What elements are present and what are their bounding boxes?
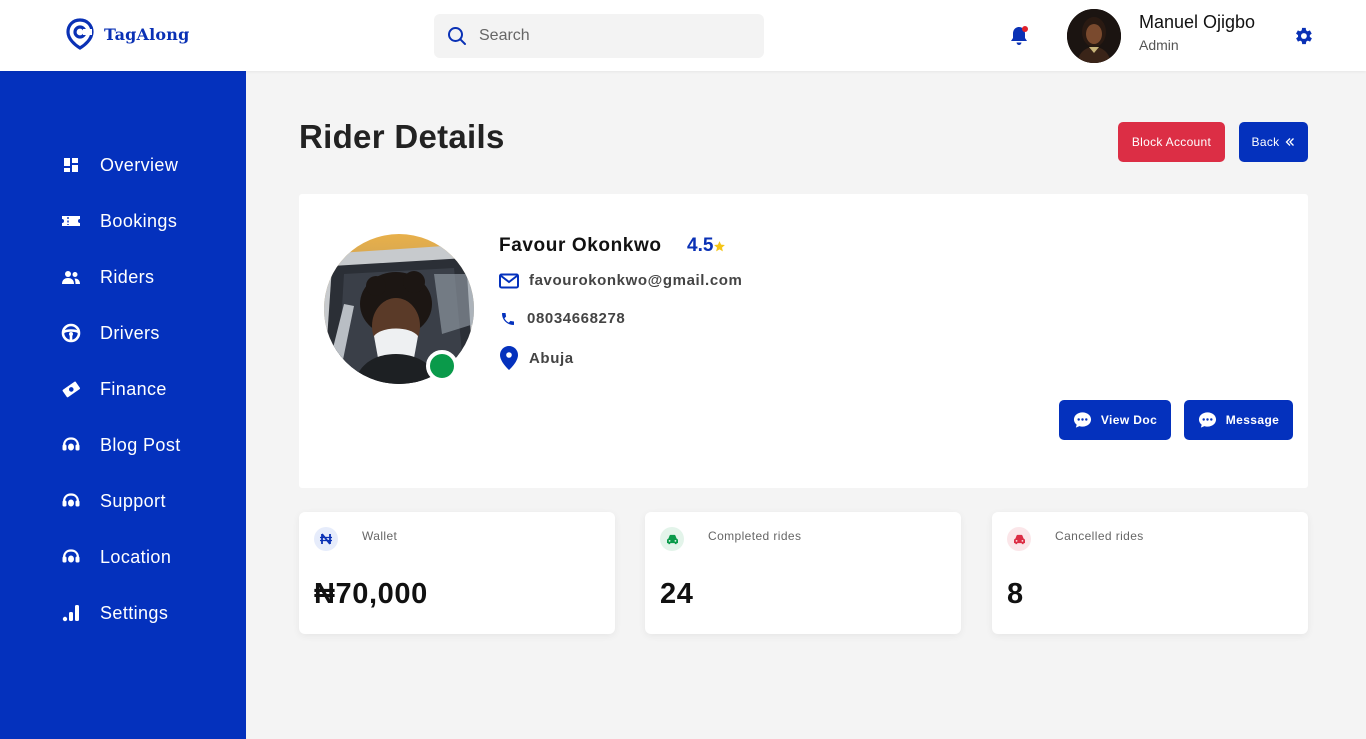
sidebar-item-label: Bookings: [100, 210, 178, 231]
sidebar-item-settings[interactable]: Settings: [0, 593, 246, 633]
phone-icon: [499, 311, 517, 327]
rider-profile-card: Favour Okonkwo 4.5 favourokonkwo@gmail.c…: [299, 194, 1308, 488]
stat-value: 8: [1007, 578, 1024, 610]
rider-rating: 4.5: [687, 235, 726, 257]
block-account-button[interactable]: Block Account: [1118, 122, 1225, 162]
ticket-icon: [61, 211, 81, 231]
user-photo: [1067, 9, 1121, 63]
stat-label: Cancelled rides: [1055, 529, 1144, 543]
map-pin-icon: [499, 345, 519, 371]
back-label: Back: [1251, 135, 1280, 149]
steering-wheel-icon: [61, 323, 81, 343]
sidebar-item-label: Overview: [100, 154, 179, 175]
naira-icon: [314, 527, 338, 551]
brand-logo[interactable]: TagAlong: [66, 18, 190, 50]
sidebar-item-overview[interactable]: Overview: [0, 145, 246, 185]
headset-icon: [61, 547, 81, 567]
sidebar-item-riders[interactable]: Riders: [0, 257, 246, 297]
online-status-indicator: [426, 350, 458, 382]
dashboard-icon: [61, 155, 81, 175]
rider-location-row: Abuja: [499, 345, 574, 371]
chat-bubble-icon: [1198, 412, 1216, 428]
view-doc-button[interactable]: View Doc: [1059, 400, 1171, 440]
sidebar-item-bookings[interactable]: Bookings: [0, 201, 246, 241]
sidebar-item-location[interactable]: Location: [0, 537, 246, 577]
sidebar-item-label: Settings: [100, 602, 169, 623]
sidebar-item-label: Riders: [100, 266, 155, 287]
sidebar-item-blog-post[interactable]: Blog Post: [0, 425, 246, 465]
search-icon: [448, 27, 466, 45]
sidebar-item-finance[interactable]: Finance: [0, 369, 246, 409]
avatar[interactable]: [1067, 9, 1121, 63]
bar-chart-icon: [61, 603, 81, 623]
rider-name: Favour Okonkwo: [499, 235, 662, 256]
double-chevron-left-icon: [1286, 138, 1295, 146]
sidebar-item-label: Support: [100, 490, 166, 511]
users-icon: [61, 267, 81, 287]
notification-badge: [1022, 26, 1028, 32]
car-icon: [1007, 527, 1031, 551]
rider-location: Abuja: [529, 349, 574, 367]
search-input[interactable]: [479, 27, 739, 45]
stat-label: Wallet: [362, 529, 398, 543]
brand-name: TagAlong: [104, 24, 190, 44]
chat-bubble-icon: [1073, 412, 1091, 428]
sidebar-item-label: Location: [100, 546, 172, 567]
location-target-icon: [66, 18, 94, 50]
mail-icon: [499, 273, 519, 289]
rider-phone[interactable]: 08034668278: [527, 310, 625, 327]
view-doc-label: View Doc: [1100, 413, 1158, 427]
rider-email-row: favourokonkwo@gmail.com: [499, 272, 742, 289]
headset-icon: [61, 435, 81, 455]
money-icon: [61, 379, 81, 399]
stat-value: ₦70,000: [314, 578, 428, 610]
sidebar-item-label: Blog Post: [100, 434, 181, 455]
sidebar-item-label: Finance: [100, 378, 167, 399]
rider-email[interactable]: favourokonkwo@gmail.com: [529, 272, 742, 289]
completed-rides-card: Completed rides 24: [645, 512, 961, 634]
search-box[interactable]: [434, 14, 764, 58]
wallet-card: Wallet ₦70,000: [299, 512, 615, 634]
stat-value: 24: [660, 578, 694, 610]
headset-icon: [61, 491, 81, 511]
user-name: Manuel Ojigbo: [1139, 12, 1256, 32]
sidebar: Overview Bookings Riders Drivers Finance…: [0, 71, 246, 739]
gear-icon[interactable]: [1292, 25, 1314, 47]
sidebar-item-label: Drivers: [100, 322, 160, 343]
cancelled-rides-card: Cancelled rides 8: [992, 512, 1308, 634]
car-icon: [660, 527, 684, 551]
sidebar-item-drivers[interactable]: Drivers: [0, 313, 246, 353]
star-icon: [714, 240, 726, 251]
sidebar-item-support[interactable]: Support: [0, 481, 246, 521]
rider-phone-row: 08034668278: [499, 310, 625, 327]
back-button[interactable]: Back: [1239, 122, 1308, 162]
message-label: Message: [1225, 413, 1280, 427]
message-button[interactable]: Message: [1184, 400, 1293, 440]
top-header: TagAlong Manuel Ojigbo Admin: [0, 0, 1366, 71]
block-account-label: Block Account: [1131, 135, 1212, 149]
stat-label: Completed rides: [708, 529, 802, 543]
user-role: Admin: [1139, 37, 1179, 53]
rating-value: 4.5: [687, 235, 714, 256]
page-title: Rider Details: [299, 118, 505, 155]
